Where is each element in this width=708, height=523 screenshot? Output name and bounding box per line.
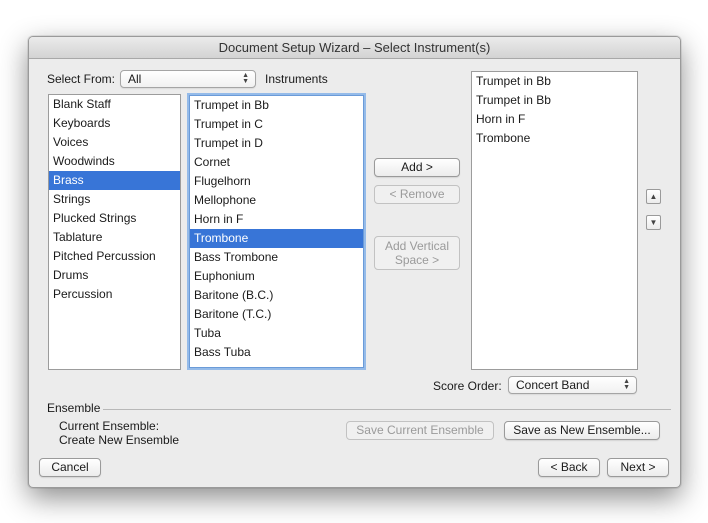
window-title: Document Setup Wizard – Select Instrumen… — [29, 37, 680, 59]
score-order-popup[interactable]: Concert Band ▲ ▼ — [508, 376, 637, 394]
category-list-item[interactable]: Woodwinds — [49, 152, 180, 171]
instrument-list[interactable]: Trumpet in Bb Trumpet in C Trumpet in D Cor… — [189, 95, 364, 368]
instrument-list-item[interactable]: Mellophone — [190, 191, 363, 210]
category-list-item[interactable]: Strings — [49, 190, 180, 209]
selected-instrument-item[interactable]: Trumpet in Bb — [472, 91, 637, 110]
selected-instruments-list[interactable]: Trumpet in Bb Trumpet in Bb Horn in F Tromb… — [471, 71, 638, 370]
create-new-ensemble-label: Create New Ensemble — [59, 433, 180, 447]
move-down-button[interactable]: ▼ — [646, 215, 661, 230]
chevron-up-icon: ▲ — [649, 192, 658, 201]
ensemble-heading: Ensemble — [47, 401, 101, 415]
instrument-list-item[interactable]: Baritone (T.C.) — [190, 305, 363, 324]
select-from-popup[interactable]: All ▲ ▼ — [120, 70, 256, 88]
chevron-down-icon: ▼ — [649, 218, 658, 227]
category-list-item[interactable]: Voices — [49, 133, 180, 152]
instrument-list-item[interactable]: Bass Tuba — [190, 343, 363, 362]
selected-instrument-item[interactable]: Horn in F — [472, 110, 637, 129]
category-list[interactable]: Blank Staff Keyboards Voices Woodwinds Brass… — [48, 94, 181, 370]
category-list-item[interactable]: Tablature — [49, 228, 180, 247]
selected-instrument-item[interactable]: Trumpet in Bb — [472, 72, 637, 91]
category-list-item[interactable]: Pitched Percussion — [49, 247, 180, 266]
select-from-label: Select From: — [47, 72, 116, 86]
instrument-list-item[interactable]: Tuba — [190, 324, 363, 343]
save-as-new-ensemble-button[interactable]: Save as New Ensemble... — [504, 421, 660, 440]
select-from-value: All — [128, 72, 142, 86]
remove-button[interactable]: < Remove — [374, 185, 460, 204]
add-vertical-space-button[interactable]: Add Vertical Space > — [374, 236, 460, 270]
category-list-item[interactable]: Brass — [49, 171, 180, 190]
updown-arrows-icon: ▲ ▼ — [623, 378, 630, 391]
move-up-button[interactable]: ▲ — [646, 189, 661, 204]
current-ensemble-label: Current Ensemble: — [59, 419, 160, 433]
category-list-item[interactable]: Blank Staff — [49, 95, 180, 114]
instrument-list-item[interactable]: Euphonium — [190, 267, 363, 286]
instrument-list-item[interactable]: Baritone (B.C.) — [190, 286, 363, 305]
category-list-item[interactable]: Drums — [49, 266, 180, 285]
back-button[interactable]: < Back — [538, 458, 600, 477]
instrument-list-item[interactable]: Bass Trombone — [190, 248, 363, 267]
ensemble-divider — [103, 409, 671, 410]
instruments-label: Instruments — [265, 72, 328, 86]
instrument-list-item[interactable]: Flugelhorn — [190, 172, 363, 191]
instrument-list-item[interactable]: Trumpet in D — [190, 134, 363, 153]
instrument-list-item[interactable]: Horn in F — [190, 210, 363, 229]
category-list-item[interactable]: Plucked Strings — [49, 209, 180, 228]
wizard-window: Document Setup Wizard – Select Instrumen… — [28, 36, 681, 488]
save-current-ensemble-button[interactable]: Save Current Ensemble — [346, 421, 494, 440]
cancel-button[interactable]: Cancel — [39, 458, 101, 477]
category-list-item[interactable]: Keyboards — [49, 114, 180, 133]
add-button[interactable]: Add > — [374, 158, 460, 177]
next-button[interactable]: Next > — [607, 458, 669, 477]
score-order-label: Score Order: — [433, 379, 502, 393]
category-list-item[interactable]: Percussion — [49, 285, 180, 304]
instrument-list-item[interactable]: Trombone — [190, 229, 363, 248]
instrument-list-item[interactable]: Trumpet in Bb — [190, 96, 363, 115]
selected-instrument-item[interactable]: Trombone — [472, 129, 637, 148]
score-order-value: Concert Band — [516, 378, 590, 392]
instrument-list-item[interactable]: Trumpet in C — [190, 115, 363, 134]
instrument-list-item[interactable]: Cornet — [190, 153, 363, 172]
updown-arrows-icon: ▲ ▼ — [242, 72, 249, 85]
